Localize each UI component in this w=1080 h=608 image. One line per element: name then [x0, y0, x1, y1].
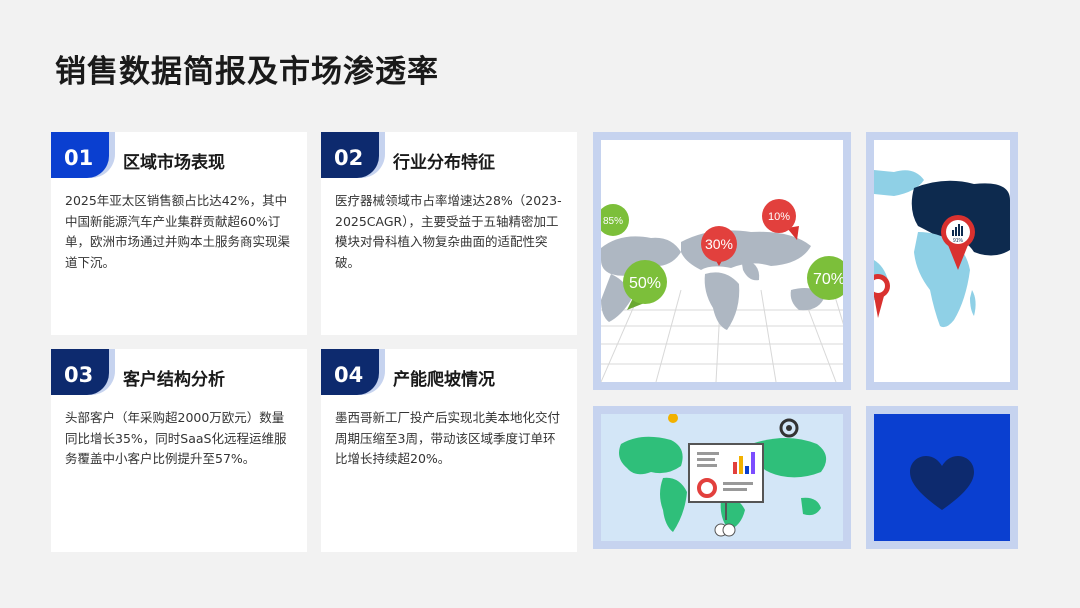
card-body: 头部客户（年采购超2000万欧元）数量同比增长35%，同时SaaS化远程运维服务…	[65, 410, 287, 466]
card-capacity-ramp: 04 产能爬坡情况 墨西哥新工厂投产后实现北美本地化交付周期压缩至3周，带动该区…	[321, 349, 577, 552]
card-title: 客户结构分析	[123, 370, 225, 390]
card-number: 01	[51, 132, 109, 178]
card-industry-distribution: 02 行业分布特征 医疗器械领域市占率增速达28%（2023-2025CAGR）…	[321, 132, 577, 335]
map-pins-image: 85% 30% 10% 50% 70%	[593, 132, 851, 390]
card-number: 04	[321, 349, 379, 395]
pin-label: 91%	[953, 238, 964, 244]
map-dark-image: 91%	[866, 132, 1018, 390]
pin-label: 50%	[629, 275, 661, 292]
heart-icon	[910, 456, 974, 510]
card-customer-structure: 03 客户结构分析 头部客户（年采购超2000万欧元）数量同比增长35%，同时S…	[51, 349, 307, 552]
world-map-dark-illustration: 91%	[874, 170, 1010, 328]
world-map-3d-illustration: 85% 30% 10% 50% 70%	[601, 199, 843, 382]
card-number-badge: 04	[321, 349, 389, 395]
page-title: 销售数据简报及市场渗透率	[55, 54, 439, 90]
card-number-badge: 03	[51, 349, 119, 395]
card-body: 2025年亚太区销售额占比达42%，其中中国新能源汽车产业集群贡献超60%订单，…	[65, 193, 291, 270]
card-number: 03	[51, 349, 109, 395]
card-title: 区域市场表现	[123, 153, 225, 173]
card-body: 医疗器械领域市占率增速达28%（2023-2025CAGR），主要受益于五轴精密…	[335, 193, 562, 270]
pin-label: 30%	[705, 236, 733, 252]
pin-label: 70%	[813, 271, 843, 288]
card-title: 行业分布特征	[393, 153, 495, 173]
card-title: 产能爬坡情况	[393, 370, 495, 390]
card-number: 02	[321, 132, 379, 178]
card-regional-market: 01 区域市场表现 2025年亚太区销售额占比达42%，其中中国新能源汽车产业集…	[51, 132, 307, 335]
card-body: 墨西哥新工厂投产后实现北美本地化交付周期压缩至3周，带动该区域季度订单环比增长持…	[335, 410, 561, 466]
pin-label: 85%	[603, 216, 623, 227]
analytics-board-illustration	[619, 414, 827, 537]
pin-label: 10%	[768, 211, 790, 223]
heart-image	[866, 406, 1018, 549]
analytics-map-image	[593, 406, 851, 549]
card-number-badge: 02	[321, 132, 389, 178]
card-number-badge: 01	[51, 132, 119, 178]
